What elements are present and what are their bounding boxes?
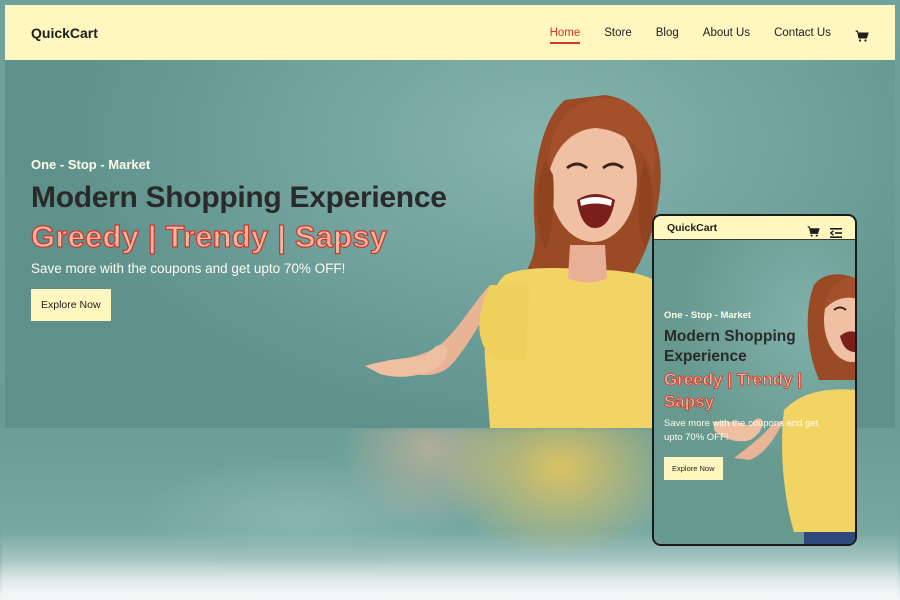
mobile-cart-icon[interactable] <box>807 222 820 237</box>
menu-icon[interactable] <box>829 223 842 238</box>
mobile-hero-eyebrow: One - Stop - Market <box>664 310 752 321</box>
mobile-site-preview: QuickCart One - Stop - Market Modern Sho… <box>652 214 857 546</box>
hero-tagline: Greedy | Trendy | Sapsy <box>30 218 388 254</box>
reflection-fade <box>0 560 900 600</box>
mobile-tagline-line-1: Greedy | Trendy | <box>664 370 803 390</box>
mobile-subtext-line-1: Save more with the coupons and get <box>664 418 819 429</box>
mobile-headline-line-1: Modern Shopping <box>664 328 796 345</box>
explore-now-button[interactable]: Explore Now <box>31 289 111 321</box>
mobile-hero-headline: Modern Shopping Experience <box>664 327 849 367</box>
mobile-nav-icons <box>807 222 842 238</box>
mobile-hero-tagline: Greedy | Trendy | Sapsy <box>664 369 849 413</box>
mobile-hero-text-block: One - Stop - Market Modern Shopping Expe… <box>664 310 849 480</box>
nav-links: Home Store Blog About Us Contact Us <box>526 27 869 44</box>
nav-item-store[interactable]: Store <box>604 27 632 39</box>
hero-headline: Modern Shopping Experience <box>31 181 447 214</box>
nav-item-home[interactable]: Home <box>549 27 580 44</box>
hero-text-block: One - Stop - Market Modern Shopping Expe… <box>30 157 447 321</box>
mobile-explore-now-button[interactable]: Explore Now <box>664 457 723 480</box>
mobile-hero-section: One - Stop - Market Modern Shopping Expe… <box>654 240 855 544</box>
mobile-hero-subtext: Save more with the coupons and get upto … <box>664 417 849 445</box>
mobile-tagline-line-2: Sapsy <box>664 392 715 412</box>
mobile-headline-line-2: Experience <box>664 348 747 365</box>
nav-item-contact-us[interactable]: Contact Us <box>774 27 831 39</box>
mobile-subtext-line-2: upto 70% OFF! <box>664 432 729 443</box>
hero-subtext: Save more with the coupons and get upto … <box>31 261 346 276</box>
brand-logo[interactable]: QuickCart <box>31 25 98 41</box>
cart-icon[interactable] <box>855 27 869 42</box>
navbar: QuickCart Home Store Blog About Us Conta… <box>5 5 895 60</box>
hero-eyebrow: One - Stop - Market <box>31 157 151 172</box>
nav-item-blog[interactable]: Blog <box>656 27 679 39</box>
mobile-navbar: QuickCart <box>654 216 855 240</box>
nav-item-about-us[interactable]: About Us <box>703 27 750 39</box>
mobile-brand-logo[interactable]: QuickCart <box>667 222 717 234</box>
